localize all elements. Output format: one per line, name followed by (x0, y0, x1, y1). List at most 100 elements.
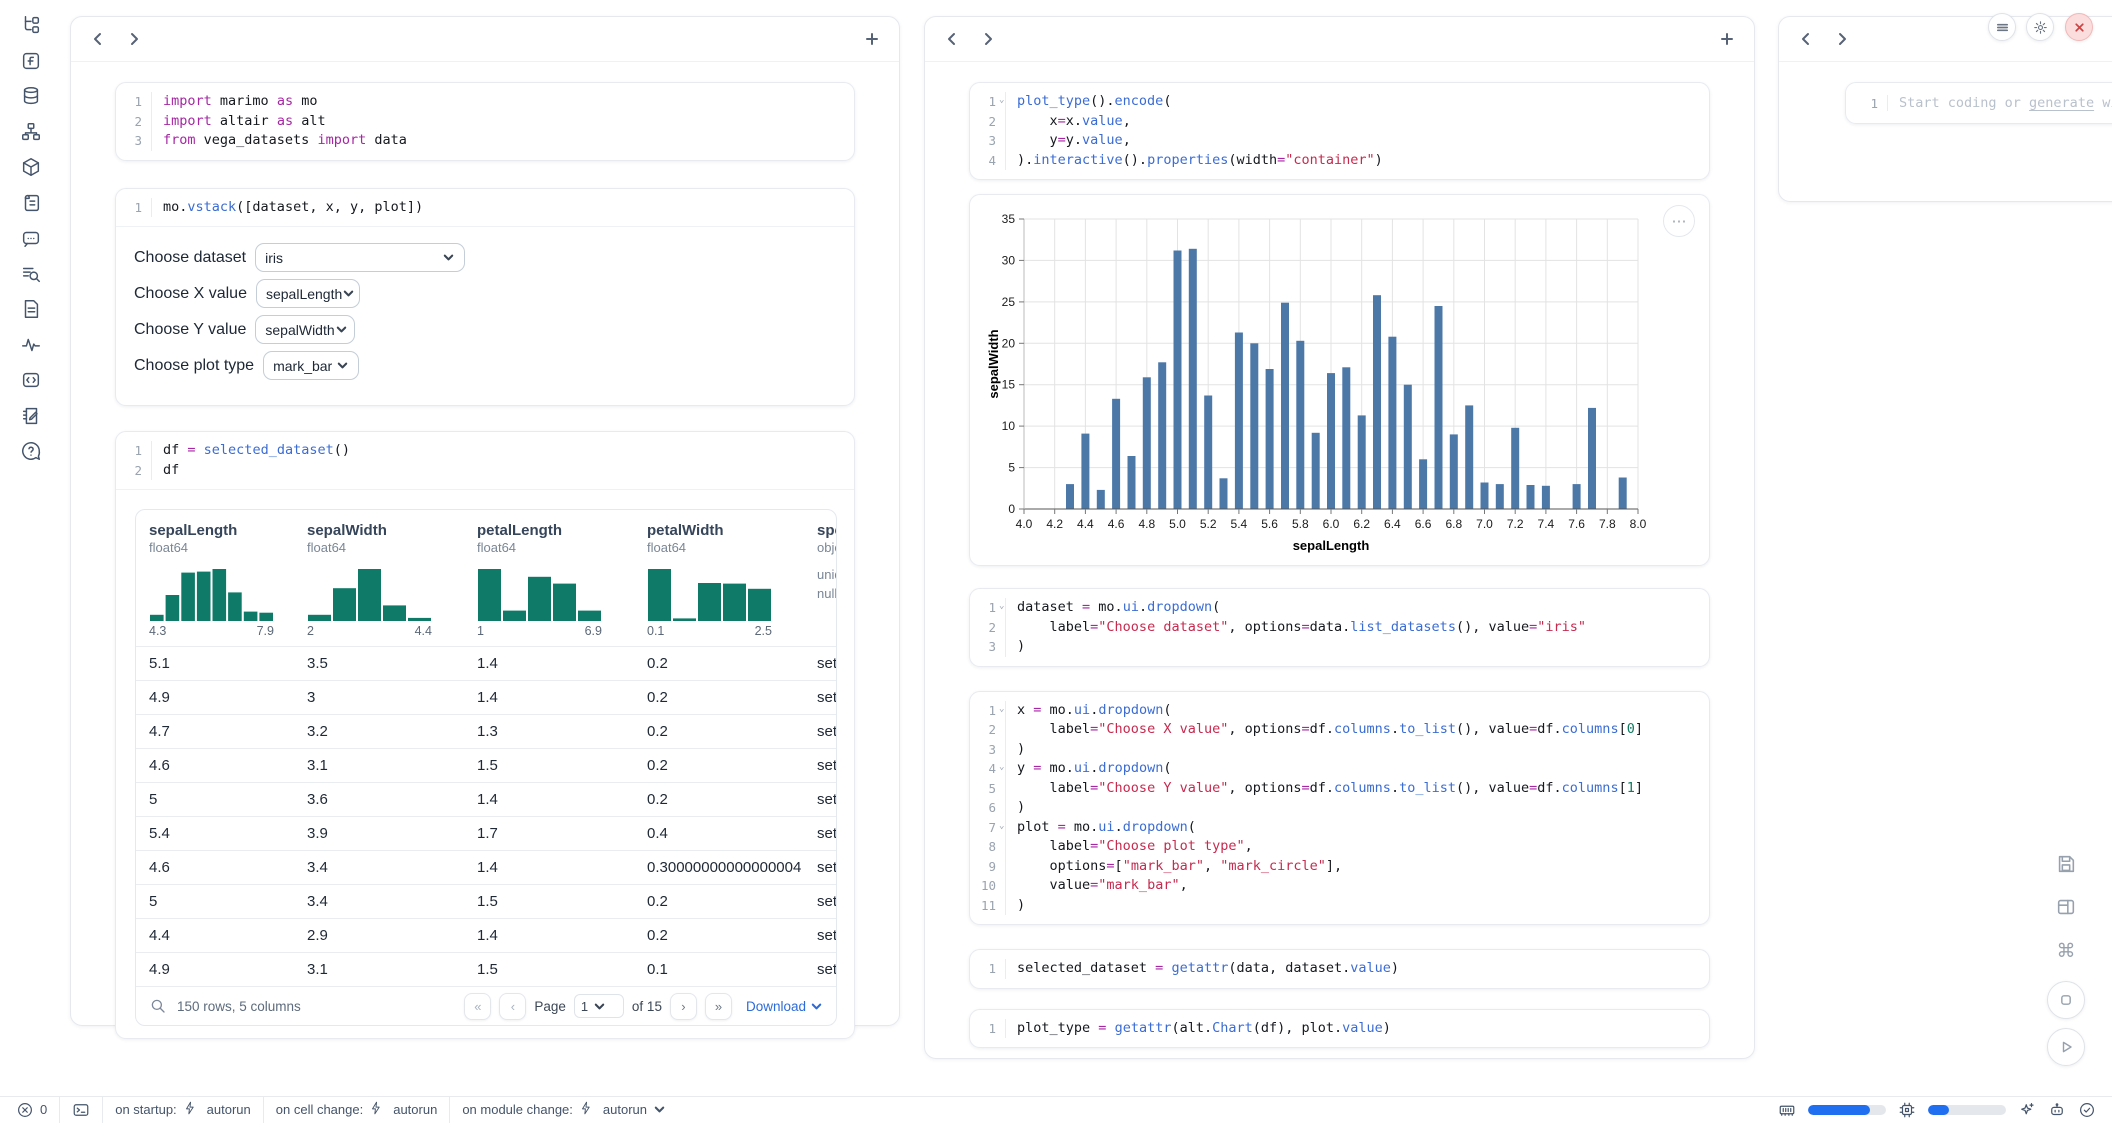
table-row[interactable]: 4.42.91.40.2setosa (136, 918, 836, 952)
chevron-left-icon[interactable] (91, 32, 105, 46)
code-line[interactable]: 1import marimo as mo (116, 92, 854, 112)
table-row[interactable]: 4.93.11.50.1setosa (136, 952, 836, 986)
code-line[interactable]: 1df = selected_dataset() (116, 441, 854, 461)
code-line[interactable]: 2 label="Choose dataset", options=data.l… (970, 618, 1709, 638)
code-line[interactable]: 1⌄plot_type().encode( (970, 92, 1709, 112)
code-editor[interactable]: 1mo.vstack([dataset, x, y, plot]) (116, 189, 854, 227)
chevron-right-icon[interactable] (127, 32, 141, 46)
connection-status-icon[interactable] (2078, 1101, 2096, 1119)
column-histogram[interactable] (477, 565, 602, 621)
next-page-button[interactable]: › (670, 993, 697, 1020)
code-line[interactable]: 11) (970, 896, 1709, 916)
keyboard-shortcuts-button[interactable]: ⌘ (2054, 939, 2078, 963)
code-cell-vstack[interactable]: 1mo.vstack([dataset, x, y, plot]) Choose… (115, 188, 855, 407)
first-page-button[interactable]: « (464, 993, 491, 1020)
code-editor[interactable]: 1⌄dataset = mo.ui.dropdown(2 label="Choo… (970, 589, 1709, 666)
tracing-icon[interactable] (20, 334, 42, 356)
code-line[interactable]: 2import altair as alt (116, 112, 854, 132)
code-line[interactable]: 4).interactive().properties(width="conta… (970, 151, 1709, 171)
empty-code-cell[interactable]: 1 Start coding or generate with (1845, 82, 2112, 124)
functions-icon[interactable] (20, 50, 42, 72)
code-line[interactable]: 7⌄plot = mo.ui.dropdown( (970, 818, 1709, 838)
menu-button[interactable] (1988, 13, 2016, 41)
column-header[interactable]: sepalLength float644.37.9 (136, 510, 294, 646)
add-cell-icon[interactable] (865, 32, 879, 46)
code-line[interactable]: 8 label="Choose plot type", (970, 837, 1709, 857)
dropdown-select[interactable]: sepalWidth (255, 315, 355, 344)
chevron-right-icon[interactable] (1835, 32, 1849, 46)
copilot-robot-icon[interactable] (2048, 1101, 2066, 1119)
logs-search-icon[interactable] (20, 263, 42, 285)
code-line[interactable]: 1⌄x = mo.ui.dropdown( (970, 701, 1709, 721)
code-line[interactable]: 2df (116, 461, 854, 481)
chat-bot-icon[interactable] (20, 227, 42, 249)
code-line[interactable]: 9 options=["mark_bar", "mark_circle"], (970, 857, 1709, 877)
code-editor[interactable]: 1plot_type = getattr(alt.Chart(df), plot… (970, 1010, 1709, 1048)
file-tree-icon[interactable] (20, 14, 42, 36)
column-header[interactable]: species objectunique:nulls: (804, 510, 836, 646)
save-button[interactable] (2054, 852, 2078, 876)
dropdown-select[interactable]: mark_bar (263, 351, 359, 380)
scratchpad-icon[interactable] (20, 405, 42, 427)
runtime-config-item[interactable]: on cell change:autorun (276, 1101, 438, 1119)
code-cell-xy-dropdowns[interactable]: 1⌄x = mo.ui.dropdown(2 label="Choose X v… (969, 691, 1710, 926)
table-row[interactable]: 4.63.41.40.30000000000000004setosa (136, 850, 836, 884)
editor-placeholder[interactable]: Start coding or generate with (1887, 95, 2112, 111)
code-line[interactable]: 1selected_dataset = getattr(data, datase… (970, 959, 1709, 979)
script-icon[interactable] (20, 192, 42, 214)
run-all-button[interactable] (2047, 1028, 2085, 1066)
code-cell-dataframe[interactable]: 1df = selected_dataset()2df sepalLength … (115, 431, 855, 1039)
shutdown-button[interactable] (2065, 13, 2093, 41)
code-editor[interactable]: 1df = selected_dataset()2df (116, 432, 854, 489)
column-histogram[interactable] (647, 565, 772, 621)
column-histogram[interactable] (149, 565, 274, 621)
table-row[interactable]: 4.931.40.2setosa (136, 680, 836, 714)
code-cell-imports[interactable]: 1import marimo as mo2import altair as al… (115, 82, 855, 161)
code-line[interactable]: 4⌄y = mo.ui.dropdown( (970, 759, 1709, 779)
code-line[interactable]: 3) (970, 740, 1709, 760)
fold-chevron-icon[interactable]: ⌄ (999, 91, 1004, 111)
runtime-config-item[interactable]: on startup:autorun (115, 1101, 251, 1119)
bar-chart[interactable]: 4.04.24.44.64.85.05.25.45.65.86.06.26.46… (986, 209, 1676, 557)
code-editor[interactable]: 1import marimo as mo2import altair as al… (116, 83, 854, 160)
code-line[interactable]: 2 x=x.value, (970, 112, 1709, 132)
fold-chevron-icon[interactable]: ⌄ (999, 758, 1004, 778)
error-counter[interactable]: 0 (16, 1101, 47, 1119)
code-line[interactable]: 1plot_type = getattr(alt.Chart(df), plot… (970, 1019, 1709, 1039)
add-cell-icon[interactable] (1720, 32, 1734, 46)
chevron-right-icon[interactable] (981, 32, 995, 46)
code-cell-dataset-dropdown[interactable]: 1⌄dataset = mo.ui.dropdown(2 label="Choo… (969, 588, 1710, 667)
code-line[interactable]: 2 label="Choose X value", options=df.col… (970, 720, 1709, 740)
snippets-icon[interactable] (20, 298, 42, 320)
database-icon[interactable] (20, 85, 42, 107)
table-row[interactable]: 5.43.91.70.4setosa (136, 816, 836, 850)
code-editor[interactable]: 1selected_dataset = getattr(data, datase… (970, 950, 1709, 988)
table-row[interactable]: 5.13.51.40.2setosa (136, 646, 836, 680)
search-icon[interactable] (149, 997, 167, 1015)
prev-page-button[interactable]: ‹ (499, 993, 526, 1020)
chevron-left-icon[interactable] (945, 32, 959, 46)
code-line[interactable]: 3from vega_datasets import data (116, 131, 854, 151)
column-histogram[interactable] (307, 565, 432, 621)
generate-link[interactable]: generate (2029, 95, 2094, 111)
layout-select-button[interactable] (2054, 895, 2078, 919)
help-icon[interactable] (20, 440, 42, 462)
fold-chevron-icon[interactable]: ⌄ (999, 700, 1004, 720)
code-line[interactable]: 6) (970, 798, 1709, 818)
app-view-button[interactable] (2047, 981, 2085, 1019)
code-editor[interactable]: 1⌄x = mo.ui.dropdown(2 label="Choose X v… (970, 692, 1709, 925)
last-page-button[interactable]: » (705, 993, 732, 1020)
terminal-button[interactable] (72, 1101, 90, 1119)
column-header[interactable]: petalLength float6416.9 (464, 510, 634, 646)
dropdown-select[interactable]: iris (255, 243, 465, 272)
code-line[interactable]: 3) (970, 637, 1709, 657)
table-row[interactable]: 53.61.40.2setosa (136, 782, 836, 816)
console-icon[interactable] (20, 369, 42, 391)
runtime-config-item[interactable]: on module change:autorun (462, 1101, 666, 1119)
code-line[interactable]: 5 label="Choose Y value", options=df.col… (970, 779, 1709, 799)
column-header[interactable]: sepalWidth float6424.4 (294, 510, 464, 646)
code-cell-plot-type[interactable]: 1plot_type = getattr(alt.Chart(df), plot… (969, 1009, 1710, 1049)
chevron-left-icon[interactable] (1799, 32, 1813, 46)
ai-sparkles-icon[interactable] (2018, 1101, 2036, 1119)
code-line[interactable]: 10 value="mark_bar", (970, 876, 1709, 896)
